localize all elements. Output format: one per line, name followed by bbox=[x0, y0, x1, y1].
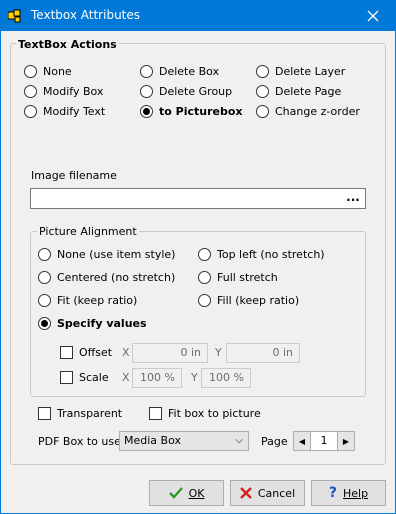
radio-indicator bbox=[140, 65, 153, 78]
window-title: Textbox Attributes bbox=[31, 8, 141, 22]
radio-label: Full stretch bbox=[217, 271, 278, 284]
radio-to-picturebox[interactable]: to Picturebox bbox=[140, 105, 243, 118]
radio-indicator bbox=[198, 248, 211, 261]
radio-label: Change z-order bbox=[275, 105, 360, 118]
radio-label: Fit (keep ratio) bbox=[57, 294, 138, 307]
ok-button[interactable]: OK bbox=[149, 480, 224, 506]
radio-label: None bbox=[43, 65, 72, 78]
radio-indicator bbox=[256, 105, 269, 118]
radio-align-centered[interactable]: Centered (no stretch) bbox=[38, 271, 175, 284]
pdf-box-select[interactable]: Media Box ⌵ bbox=[119, 431, 249, 451]
radio-indicator bbox=[198, 271, 211, 284]
x-mark-icon bbox=[240, 487, 252, 499]
scale-y-axis-label: Y bbox=[191, 371, 198, 384]
radio-indicator bbox=[24, 65, 37, 78]
close-icon bbox=[367, 10, 379, 21]
radio-modify-box[interactable]: Modify Box bbox=[24, 85, 103, 98]
checkbox-label: Scale bbox=[79, 371, 109, 384]
checkbox-label: Transparent bbox=[57, 407, 123, 420]
scale-y-input[interactable]: 100 % bbox=[201, 368, 251, 388]
fit-box-checkbox[interactable]: Fit box to picture bbox=[149, 407, 261, 420]
checkbox-label: Offset bbox=[79, 346, 113, 359]
radio-indicator bbox=[38, 271, 51, 284]
radio-label: Top left (no stretch) bbox=[217, 248, 325, 261]
scale-x-input[interactable]: 100 % bbox=[132, 368, 182, 388]
checkbox-box bbox=[60, 346, 73, 359]
question-mark-icon: ? bbox=[328, 485, 338, 501]
radio-label: Specify values bbox=[57, 317, 147, 330]
radio-delete-page[interactable]: Delete Page bbox=[256, 85, 341, 98]
title-bar: Textbox Attributes bbox=[0, 0, 396, 31]
textbox-actions-label: TextBox Actions bbox=[16, 38, 119, 51]
checkbox-label: Fit box to picture bbox=[168, 407, 261, 420]
radio-align-none[interactable]: None (use item style) bbox=[38, 248, 175, 261]
cancel-label: Cancel bbox=[257, 486, 296, 500]
radio-delete-group[interactable]: Delete Group bbox=[140, 85, 232, 98]
radio-change-z-order[interactable]: Change z-order bbox=[256, 105, 360, 118]
checkmark-icon bbox=[168, 487, 183, 499]
radio-indicator bbox=[140, 85, 153, 98]
offset-x-axis-label: X bbox=[122, 346, 130, 359]
page-increment-button[interactable]: ▶ bbox=[338, 432, 354, 450]
radio-align-top-left[interactable]: Top left (no stretch) bbox=[198, 248, 325, 261]
scale-x-axis-label: X bbox=[122, 371, 130, 384]
radio-align-specify-values[interactable]: Specify values bbox=[38, 317, 147, 330]
checkbox-box bbox=[60, 371, 73, 384]
radio-delete-box[interactable]: Delete Box bbox=[140, 65, 219, 78]
image-filename-label: Image filename bbox=[31, 169, 117, 182]
radio-indicator-selected bbox=[38, 317, 51, 330]
browse-button[interactable]: ... bbox=[342, 190, 364, 208]
caret-left-icon: ◀ bbox=[298, 436, 306, 446]
offset-y-input[interactable]: 0 in bbox=[226, 343, 300, 363]
radio-label: Delete Group bbox=[159, 85, 233, 98]
image-filename-input[interactable]: ... bbox=[30, 188, 366, 209]
checkbox-box bbox=[38, 407, 51, 420]
transparent-checkbox[interactable]: Transparent bbox=[38, 407, 122, 420]
cancel-button[interactable]: Cancel bbox=[230, 480, 305, 506]
caret-right-icon: ▶ bbox=[342, 436, 350, 446]
radio-delete-layer[interactable]: Delete Layer bbox=[256, 65, 345, 78]
offset-y-axis-label: Y bbox=[215, 346, 222, 359]
radio-indicator bbox=[24, 85, 37, 98]
checkbox-box bbox=[149, 407, 162, 420]
radio-indicator bbox=[256, 65, 269, 78]
chevron-down-icon: ⌵ bbox=[235, 435, 243, 446]
radio-label: None (use item style) bbox=[57, 248, 176, 261]
radio-label: Modify Box bbox=[43, 85, 104, 98]
radio-indicator bbox=[24, 105, 37, 118]
page-label: Page bbox=[261, 435, 288, 448]
pdf-box-value: Media Box bbox=[124, 434, 181, 447]
scale-checkbox[interactable]: Scale bbox=[60, 371, 109, 384]
help-label: Help bbox=[343, 486, 369, 500]
radio-indicator-selected bbox=[140, 105, 153, 118]
radio-modify-text[interactable]: Modify Text bbox=[24, 105, 105, 118]
radio-label: Modify Text bbox=[43, 105, 106, 118]
picture-alignment-label: Picture Alignment bbox=[37, 225, 139, 238]
radio-label: Centered (no stretch) bbox=[57, 271, 176, 284]
radio-indicator bbox=[256, 85, 269, 98]
pdf-box-label: PDF Box to use bbox=[38, 435, 121, 448]
radio-none[interactable]: None bbox=[24, 65, 72, 78]
radio-label: to Picturebox bbox=[159, 105, 243, 118]
radio-indicator bbox=[198, 294, 211, 307]
radio-label: Delete Page bbox=[275, 85, 342, 98]
close-button[interactable] bbox=[350, 0, 396, 31]
help-button[interactable]: ? Help bbox=[311, 480, 386, 506]
dialog-body: TextBox Actions None Modify Box Modify T… bbox=[0, 31, 396, 514]
radio-align-fill[interactable]: Fill (keep ratio) bbox=[198, 294, 299, 307]
page-decrement-button[interactable]: ◀ bbox=[294, 432, 310, 450]
radio-align-full-stretch[interactable]: Full stretch bbox=[198, 271, 278, 284]
radio-indicator bbox=[38, 294, 51, 307]
puzzle-icon bbox=[8, 9, 21, 23]
ok-label: OK bbox=[188, 486, 205, 500]
offset-x-input[interactable]: 0 in bbox=[132, 343, 208, 363]
page-value: 1 bbox=[310, 432, 338, 450]
radio-label: Delete Box bbox=[159, 65, 220, 78]
radio-label: Delete Layer bbox=[275, 65, 346, 78]
radio-indicator bbox=[38, 248, 51, 261]
offset-checkbox[interactable]: Offset bbox=[60, 346, 112, 359]
radio-label: Fill (keep ratio) bbox=[217, 294, 300, 307]
radio-align-fit[interactable]: Fit (keep ratio) bbox=[38, 294, 137, 307]
page-spinner[interactable]: ◀ 1 ▶ bbox=[293, 431, 355, 451]
